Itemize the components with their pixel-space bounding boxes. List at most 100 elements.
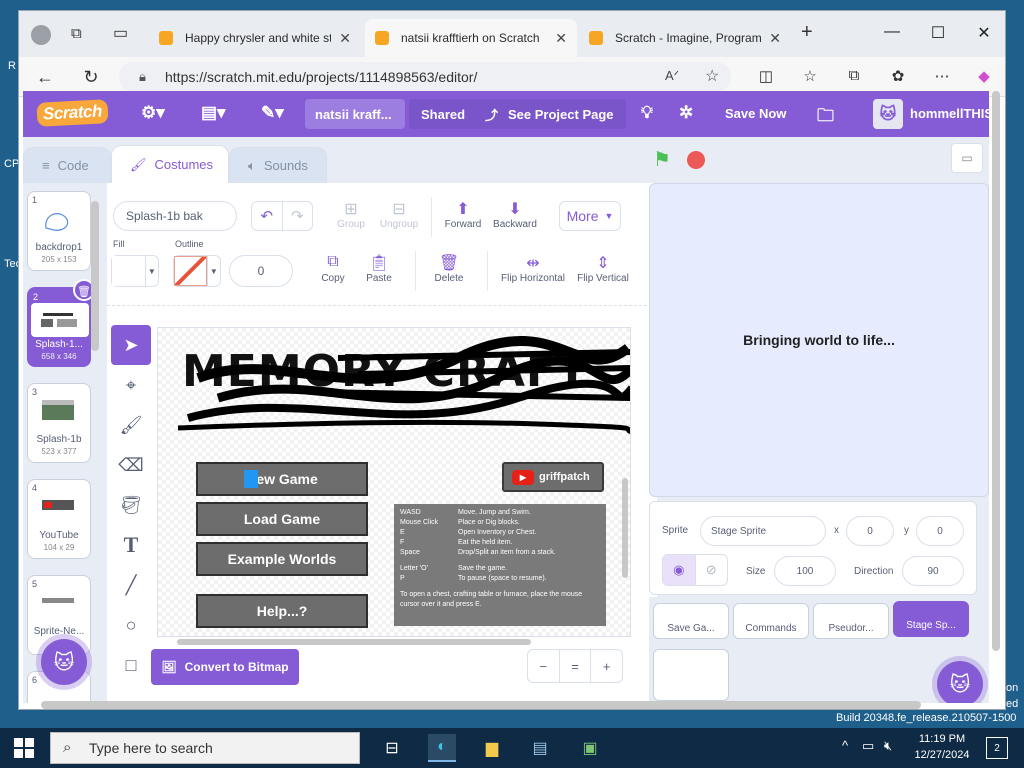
show-eye-icon[interactable]: ◉ [663,555,695,585]
collections-icon[interactable]: ⧉ [843,67,865,84]
costume-item[interactable]: 3 Splash-1b 523 x 377 [27,383,91,463]
split-screen-icon[interactable]: ◫ [755,67,777,85]
stop-icon[interactable] [687,151,705,169]
close-tab-icon[interactable]: ✕ [339,30,351,47]
tab-code[interactable]: ≡ Code [23,147,111,183]
system-clock[interactable]: 11:19 PM 12/27/2024 [912,731,972,763]
maximize-icon[interactable]: ☐ [923,23,953,43]
url-field[interactable]: 🔒︎ https://scratch.mit.edu/projects/1114… [119,62,731,92]
workspaces-icon[interactable]: ⧉ [71,25,82,42]
outline-width-input[interactable]: 0 [229,255,293,287]
sprite-item[interactable]: Pseudor... [813,603,889,639]
browser-tab-active[interactable]: natsii krafftierh on Scratch ✕ [365,19,577,57]
close-tab-icon[interactable]: ✕ [769,30,781,47]
rectangle-tool-icon[interactable]: □ [111,645,151,685]
shared-button[interactable]: Shared [409,99,478,129]
taskbar-search-input[interactable]: ⌕ Type here to search [50,732,360,764]
extensions-icon[interactable]: ✿ [887,67,909,85]
back-icon[interactable]: ← [33,65,57,89]
text-tool-icon[interactable]: T [111,525,151,565]
notifications-icon[interactable]: 2 [986,737,1008,759]
green-flag-icon[interactable]: ⚑ [653,147,671,172]
zoom-in-icon[interactable]: + [590,650,622,682]
sprite-item-selected[interactable]: Stage Sp... [893,601,969,637]
file-explorer-icon[interactable]: ▆ [478,734,506,762]
volume-muted-icon[interactable]: 🔇︎ [884,738,892,754]
outline-color-picker[interactable]: ▼ [173,255,221,287]
save-now-button[interactable]: Save Now [725,106,786,121]
sprite-name-input[interactable]: Stage Sprite [700,516,826,546]
circle-tool-icon[interactable]: ○ [111,605,151,645]
browser-tab[interactable]: Scratch - Imagine, Program, ✕ [579,19,791,57]
new-tab-button[interactable]: + [801,21,813,44]
tab-costumes[interactable]: 🖌︎ Costumes [111,145,229,183]
favorite-star-icon[interactable]: ☆ [705,66,719,86]
edge-browser-icon[interactable]: ◐ [428,734,456,762]
undo-icon[interactable]: ↶ [252,202,282,230]
costume-name-input[interactable]: Splash-1b bak [113,201,237,231]
edit-pencil-icon[interactable]: ✎▾ [261,103,284,123]
choose-sprite-button[interactable]: 🐱︎ [937,661,983,703]
task-view-icon[interactable]: ⊟ [378,734,406,762]
fill-color-picker[interactable]: ▼ [111,255,159,287]
sprite-item[interactable] [653,649,729,701]
username[interactable]: hommellTHIS [910,106,989,121]
x-input[interactable]: 0 [846,516,894,546]
page-horizontal-scrollbar[interactable] [41,701,921,709]
costume-list-scrollbar[interactable] [91,201,99,351]
choose-costume-button[interactable]: 🐱︎ [41,639,87,685]
server-manager-icon[interactable]: ▤ [526,734,554,762]
close-window-icon[interactable]: ✕ [969,23,999,43]
minimize-icon[interactable]: — [877,23,907,41]
browser-tab[interactable]: Happy chrysler and white stu ✕ [149,19,361,57]
costume-item[interactable]: 1 backdrop1 205 x 153 [27,191,91,271]
group-button[interactable]: ⊞ Group [333,199,369,230]
hide-eye-icon[interactable]: ⊘ [694,555,728,585]
paint-canvas[interactable]: MEMORY CRAFT New Game Load Game Example … [157,327,631,637]
stage-size-toggle-icon[interactable]: ▭ [951,143,983,173]
forward-button[interactable]: ⬆ Forward [441,199,485,230]
delete-button[interactable]: 🗑︎ Delete [429,253,469,284]
eraser-tool-icon[interactable]: ⌫ [111,445,151,485]
refresh-icon[interactable]: ↻ [79,65,103,89]
select-tool-icon[interactable]: ➤ [111,325,151,365]
avatar[interactable]: 🐱︎ [873,99,903,129]
y-input[interactable]: 0 [916,516,964,546]
app-icon[interactable]: ▣ [576,734,604,762]
favorites-icon[interactable]: ☆ [799,67,821,85]
size-input[interactable]: 100 [774,556,836,586]
my-stuff-folder-icon[interactable]: 🗀︎ [817,103,834,132]
copilot-icon[interactable]: ◆ [973,67,995,85]
brush-tool-icon[interactable]: 🖌︎ [111,405,151,445]
backward-button[interactable]: ⬇ Backward [491,199,539,230]
copy-button[interactable]: ⧉ Copy [315,253,351,284]
ungroup-button[interactable]: ⊟ Ungroup [377,199,421,230]
selection-handle[interactable] [244,470,258,488]
more-menu-icon[interactable]: ⋯ [931,67,953,85]
page-vertical-scrollbar[interactable] [992,91,1000,651]
convert-to-bitmap-button[interactable]: 🖼︎ Convert to Bitmap [151,649,299,685]
close-tab-icon[interactable]: ✕ [555,30,567,47]
costume-item[interactable]: 4 YouTube 104 x 29 [27,479,91,559]
fill-tool-icon[interactable]: 🪣︎ [111,485,151,525]
read-aloud-icon[interactable]: Aᐟ [665,68,679,84]
sprite-item[interactable]: Save Ga... [653,603,729,639]
see-project-page-button[interactable]: ⤴ See Project Page [473,99,626,129]
project-title-input[interactable]: natsii kraff... [305,99,405,129]
direction-input[interactable]: 90 [902,556,964,586]
canvas-vertical-scrollbar[interactable] [622,478,628,578]
line-tool-icon[interactable]: ╱ [111,565,151,605]
windows-start-icon[interactable] [14,738,34,758]
scratch-logo[interactable]: Scratch [36,99,109,127]
stage[interactable]: Bringing world to life... [649,183,989,497]
canvas-horizontal-scrollbar[interactable] [177,639,531,645]
zoom-reset-icon[interactable]: = [558,650,591,682]
network-icon[interactable]: ▭ [862,738,874,754]
reshape-tool-icon[interactable]: ⌖ [111,365,151,405]
file-menu-icon[interactable]: ▤▾ [201,103,226,123]
profile-icon[interactable] [31,25,51,45]
tray-chevron-up-icon[interactable]: ^ [842,738,848,753]
tab-sounds[interactable]: 🔈︎ Sounds [229,147,327,183]
sprite-item[interactable]: Commands [733,603,809,639]
more-button[interactable]: More ▼ [559,201,621,231]
